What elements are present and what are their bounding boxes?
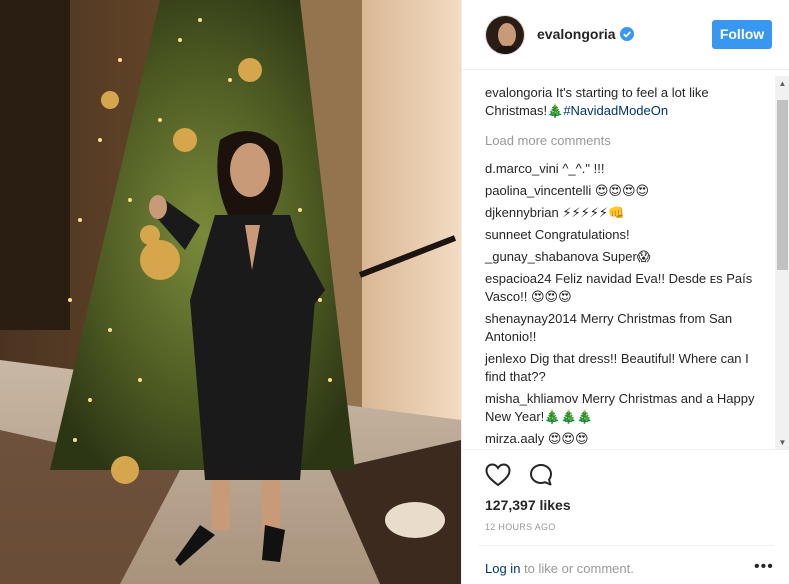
avatar-image xyxy=(486,16,524,54)
comment-item: paolina_vincentelli 😍😍😍😍 xyxy=(485,182,760,200)
comment-username[interactable]: mirza.aaly xyxy=(485,431,544,446)
author-username-text[interactable]: evalongoria xyxy=(537,26,616,42)
author-avatar[interactable] xyxy=(485,15,525,55)
comment-text: Super😱 xyxy=(602,249,651,264)
comment-text: ⚡⚡⚡⚡⚡👊 xyxy=(562,205,625,220)
more-options-icon[interactable]: ••• xyxy=(754,559,774,575)
comment-text: 😍😍😍😍 xyxy=(594,183,650,198)
comment-bubble-icon xyxy=(529,464,552,486)
comment-item: misha_khliamov Merry Christmas and a Hap… xyxy=(485,390,760,426)
comment-item: _gunay_shabanova Super😱 xyxy=(485,248,760,266)
comment-username[interactable]: espacioa24 xyxy=(485,271,552,286)
scroll-down-arrow-icon[interactable]: ▼ xyxy=(775,435,789,449)
login-prompt-text: to like or comment. xyxy=(520,561,634,576)
post-actions xyxy=(485,463,567,489)
comment-item: espacioa24 Feliz navidad Eva!! Desde ᴇs … xyxy=(485,270,760,306)
comment-item: mirza.aaly 😍😍😍 xyxy=(485,430,760,448)
comment-username[interactable]: _gunay_shabanova xyxy=(485,249,599,264)
comments-list: evalongoria It's starting to feel a lot … xyxy=(485,84,760,449)
comment-item: d.marco_vini ^_^." !!! xyxy=(485,160,760,178)
post-timestamp[interactable]: 12 HOURS AGO xyxy=(485,522,556,532)
post-sidebar: evalongoria Follow evalongoria It's star… xyxy=(461,0,789,584)
comment-username[interactable]: sunneet xyxy=(485,227,531,242)
comment-username[interactable]: jenlexo xyxy=(485,351,526,366)
comment-username[interactable]: djkennybrian xyxy=(485,205,559,220)
comments-scrollbar[interactable]: ▲ ▼ xyxy=(775,76,789,449)
scroll-up-arrow-icon[interactable]: ▲ xyxy=(775,76,789,91)
likes-count[interactable]: 127,397 likes xyxy=(485,497,571,513)
christmas-photo-illustration xyxy=(0,0,461,584)
login-link[interactable]: Log in xyxy=(485,561,520,576)
comment-username[interactable]: shenaynay2014 xyxy=(485,311,577,326)
comments-section[interactable]: evalongoria It's starting to feel a lot … xyxy=(462,70,789,450)
divider xyxy=(478,545,774,546)
comment-text: ^_^." !!! xyxy=(562,161,605,176)
heart-icon xyxy=(485,463,511,487)
comment-text: 😍😍😍 xyxy=(547,431,589,446)
post-header: evalongoria Follow xyxy=(462,0,789,70)
comment-item: jenlexo Dig that dress!! Beautiful! Wher… xyxy=(485,350,760,386)
comment-item: sunneet Congratulations! xyxy=(485,226,760,244)
scroll-thumb[interactable] xyxy=(777,100,788,270)
comment-item: shenaynay2014 Merry Christmas from San A… xyxy=(485,310,760,346)
verified-badge-icon xyxy=(619,27,634,41)
comment-username[interactable]: paolina_vincentelli xyxy=(485,183,591,198)
comment-button[interactable] xyxy=(529,463,553,490)
caption-username[interactable]: evalongoria xyxy=(485,85,552,100)
load-more-comments-link[interactable]: Load more comments xyxy=(485,132,760,150)
caption-hashtag[interactable]: #NavidadModeOn xyxy=(563,103,668,118)
author-username[interactable]: evalongoria xyxy=(537,26,634,42)
comment-username[interactable]: d.marco_vini xyxy=(485,161,559,176)
comment-item: djkennybrian ⚡⚡⚡⚡⚡👊 xyxy=(485,204,760,222)
comment-text: Congratulations! xyxy=(534,227,630,242)
login-prompt: Log in to like or comment. xyxy=(485,561,634,576)
caption: evalongoria It's starting to feel a lot … xyxy=(485,84,760,120)
follow-button[interactable]: Follow xyxy=(712,20,772,49)
like-button[interactable] xyxy=(485,463,511,490)
post-photo[interactable] xyxy=(0,0,461,584)
comment-username[interactable]: misha_khliamov xyxy=(485,391,578,406)
